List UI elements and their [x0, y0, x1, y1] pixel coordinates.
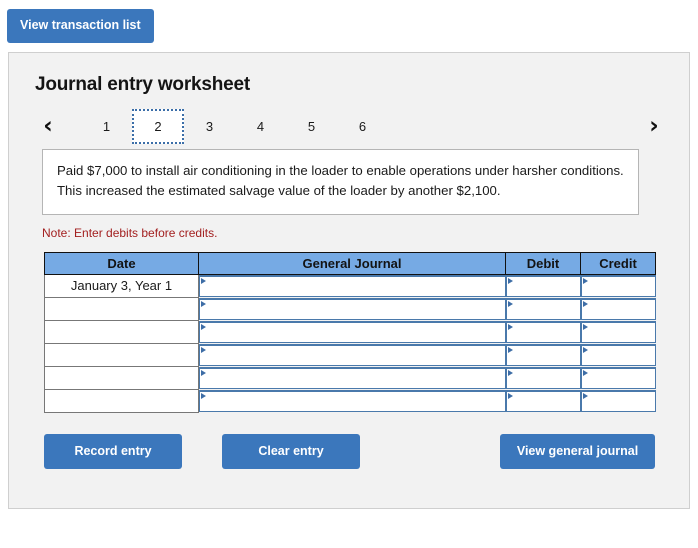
- transaction-description: Paid $7,000 to install air conditioning …: [42, 148, 639, 215]
- table-row: [44, 388, 656, 413]
- general-journal-input[interactable]: [199, 389, 506, 412]
- general-journal-input[interactable]: [199, 366, 506, 389]
- cell-credit: [580, 320, 656, 343]
- top-toolbar: View transaction list: [0, 0, 698, 43]
- clear-entry-button[interactable]: Clear entry: [222, 433, 360, 470]
- table-row: [44, 342, 656, 367]
- debit-input[interactable]: [505, 343, 581, 366]
- view-transaction-list-button[interactable]: View transaction list: [7, 9, 154, 43]
- cell-date: [44, 319, 199, 344]
- cell-debit: [505, 320, 581, 343]
- pager-page-5[interactable]: 5: [286, 110, 337, 144]
- cell-credit: [580, 389, 656, 412]
- pager-page-2[interactable]: 2: [132, 109, 184, 144]
- cell-general-journal: [199, 366, 506, 389]
- credit-input[interactable]: [580, 274, 656, 297]
- cell-debit: [505, 343, 581, 366]
- table-row: January 3, Year 1: [44, 273, 656, 298]
- cell-general-journal: [199, 297, 506, 320]
- cell-general-journal: [199, 320, 506, 343]
- debit-input[interactable]: [505, 366, 581, 389]
- chevron-right-icon[interactable]: ›: [641, 115, 667, 138]
- cell-debit: [505, 389, 581, 412]
- pager-page-1[interactable]: 1: [81, 110, 132, 144]
- page-title: Journal entry worksheet: [35, 73, 251, 95]
- general-journal-input[interactable]: [199, 297, 506, 320]
- credit-input[interactable]: [580, 297, 656, 320]
- credit-input[interactable]: [580, 389, 656, 412]
- debit-input[interactable]: [505, 389, 581, 412]
- credit-input[interactable]: [580, 366, 656, 389]
- cell-debit: [505, 274, 581, 297]
- cell-general-journal: [199, 389, 506, 412]
- table-row: [44, 365, 656, 390]
- column-header-credit: Credit: [580, 251, 656, 275]
- column-header-date: Date: [44, 251, 199, 275]
- debit-input[interactable]: [505, 274, 581, 297]
- debits-before-credits-note: Note: Enter debits before credits.: [42, 225, 218, 240]
- cell-credit: [580, 274, 656, 297]
- cell-date: January 3, Year 1: [44, 273, 199, 298]
- worksheet-action-buttons: Record entry Clear entry View general jo…: [44, 433, 655, 470]
- general-journal-input[interactable]: [199, 343, 506, 366]
- chevron-left-icon[interactable]: ‹: [35, 115, 61, 138]
- general-journal-input[interactable]: [199, 320, 506, 343]
- table-row: [44, 319, 656, 344]
- cell-date: [44, 342, 199, 367]
- column-header-general-journal: General Journal: [198, 251, 506, 275]
- cell-debit: [505, 366, 581, 389]
- view-general-journal-button[interactable]: View general journal: [500, 433, 655, 470]
- debit-input[interactable]: [505, 297, 581, 320]
- pager-page-6[interactable]: 6: [337, 110, 388, 144]
- journal-entry-worksheet-panel: Journal entry worksheet ‹ 1 2 3 4 5 6 › …: [8, 51, 690, 509]
- cell-credit: [580, 297, 656, 320]
- credit-input[interactable]: [580, 320, 656, 343]
- pager-page-4[interactable]: 4: [235, 110, 286, 144]
- cell-credit: [580, 366, 656, 389]
- cell-debit: [505, 297, 581, 320]
- cell-general-journal: [199, 274, 506, 297]
- cell-general-journal: [199, 343, 506, 366]
- pager-page-3[interactable]: 3: [184, 110, 235, 144]
- credit-input[interactable]: [580, 343, 656, 366]
- table-header-row: Date General Journal Debit Credit: [44, 251, 656, 275]
- column-header-debit: Debit: [505, 251, 581, 275]
- worksheet-pager: ‹ 1 2 3 4 5 6 ›: [35, 96, 667, 146]
- pager-page-list: 1 2 3 4 5 6: [81, 109, 388, 144]
- debit-input[interactable]: [505, 320, 581, 343]
- cell-credit: [580, 343, 656, 366]
- cell-date: [44, 296, 199, 321]
- table-row: [44, 296, 656, 321]
- cell-date: [44, 388, 199, 413]
- record-entry-button[interactable]: Record entry: [44, 433, 182, 470]
- cell-date: [44, 365, 199, 390]
- journal-entry-table: Date General Journal Debit Credit Januar…: [44, 251, 656, 413]
- general-journal-input[interactable]: [199, 274, 506, 297]
